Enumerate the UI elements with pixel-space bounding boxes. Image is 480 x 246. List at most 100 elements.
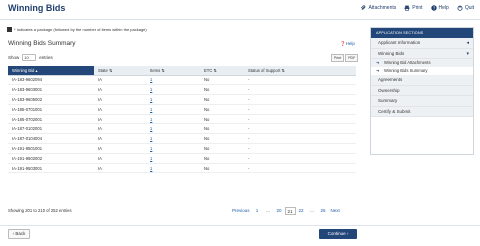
arrow-right-icon: ➜ <box>376 68 380 73</box>
cell-etc: No <box>200 114 244 125</box>
sidebar-subitem-label: Winning Bids Summary <box>384 68 428 73</box>
items-link[interactable]: 1 <box>150 166 152 171</box>
continue-button[interactable]: Continue › <box>319 229 357 239</box>
print-label: Print <box>412 5 423 11</box>
cell-winning-bid: IA-187-0102001 <box>8 123 94 135</box>
cell-winning-bid: IA-183-9603001 <box>8 84 94 96</box>
table-body: IA-183-9602094 IA 1 No - IA-183-9603001 IA 1 No -… <box>8 75 356 174</box>
attachments-link[interactable]: Attachments <box>360 5 396 11</box>
column-header-winning-bid[interactable]: Winning Bid ▴ <box>8 66 94 76</box>
items-link[interactable]: 1 <box>150 117 152 122</box>
entries-select[interactable]: 10 <box>22 54 37 61</box>
items-link[interactable]: 1 <box>150 136 152 141</box>
print-link[interactable]: Print <box>404 5 423 11</box>
top-bar: Winning Bids Attachments Print ? Help Qu… <box>0 0 480 20</box>
pagination-ellipsis: ... <box>310 208 314 213</box>
cell-status: - <box>244 163 356 174</box>
sidebar-item-label: Certify & Submit <box>378 108 411 114</box>
sidebar-subitem-winning-bids-summary[interactable]: ➜ Winning Bids Summary <box>371 67 473 75</box>
cell-etc: No <box>200 84 244 96</box>
cell-etc: No <box>200 163 244 174</box>
cell-items: 1 <box>146 114 200 125</box>
cell-winning-bid: IA-191-9503001 <box>8 163 94 174</box>
sidebar-item-applicant-information[interactable]: Applicant Information ◂ <box>371 38 473 49</box>
entries-length-control: Show 10 entries <box>8 54 53 61</box>
cell-status: - <box>244 104 356 115</box>
table-row: IA-191-9503001 IA 1 No - <box>8 163 356 174</box>
column-header-state[interactable]: State ⇅ <box>94 66 146 76</box>
sidebar-subitem-winning-bid-attachments[interactable]: ➜ Winning Bid Attachments <box>371 59 473 67</box>
sidebar-item-certify-submit[interactable]: Certify & Submit <box>371 106 473 117</box>
cell-items: 1 <box>146 84 200 96</box>
help-label-top: Help <box>438 5 449 11</box>
quit-link[interactable]: Quit <box>457 5 474 11</box>
sidebar-item-label: Ownership <box>378 87 400 93</box>
table-row: IA-187-0104004 IA 1 No - <box>8 133 356 145</box>
footer-divider <box>0 225 480 226</box>
pagination-page[interactable]: 1 <box>252 207 263 215</box>
items-link[interactable]: 1 <box>150 107 152 112</box>
collapse-arrow-icon: ◂ <box>466 40 469 46</box>
cell-status: - <box>244 94 356 105</box>
attachments-label: Attachments <box>368 5 397 11</box>
cell-etc: No <box>200 94 244 105</box>
pagination-page[interactable]: 22 <box>296 207 307 215</box>
table-header-row: Winning Bid ▴ State ⇅ Items ⇅ ETC ⇅ Stat… <box>8 66 356 76</box>
help-icon: ? <box>430 5 437 11</box>
pagination-previous[interactable]: Previous <box>230 207 252 215</box>
winning-bids-table: Winning Bid ▴ State ⇅ Items ⇅ ETC ⇅ Stat… <box>8 66 356 174</box>
pagination-ellipsis: ... <box>266 208 270 213</box>
back-button[interactable]: ‹ Back <box>8 229 30 239</box>
sidebar-item-agreements[interactable]: Agreements <box>371 75 473 86</box>
table-row: IA-187-0102001 IA 1 No - <box>8 123 356 135</box>
cell-state: IA <box>94 104 146 115</box>
help-link[interactable]: ❓Help <box>340 41 355 47</box>
cell-winning-bid: IA-183-9605002 <box>8 94 94 105</box>
items-link[interactable]: 1 <box>150 97 152 102</box>
export-buttons: Print PDF <box>331 54 359 62</box>
pagination-current-page[interactable]: 21 <box>284 207 296 215</box>
column-header-items[interactable]: Items ⇅ <box>146 66 200 76</box>
cell-items: 1 <box>146 104 200 115</box>
column-header-etc[interactable]: ETC ⇅ <box>200 66 244 76</box>
sidebar-subitem-label: Winning Bid Attachments <box>384 60 431 65</box>
cell-winning-bid: IA-191-9501001 <box>8 143 94 154</box>
help-link-label: Help <box>345 41 355 46</box>
items-link[interactable]: 1 <box>150 126 152 131</box>
cell-state: IA <box>94 153 146 164</box>
items-link[interactable]: 1 <box>150 87 152 92</box>
pagination: Previous 1... 20 21 22... 26 Next <box>230 207 342 215</box>
cell-status: - <box>244 143 356 154</box>
items-link[interactable]: 1 <box>150 156 152 161</box>
sidebar-item-summary[interactable]: Summary <box>371 96 473 107</box>
column-header-status[interactable]: Status of Support ⇅ <box>244 66 356 76</box>
cell-winning-bid: IA-185-0701001 <box>8 104 94 115</box>
length-suffix: entries <box>39 55 53 60</box>
sidebar-item-winning-bids[interactable]: Winning Bids ▾ <box>371 48 473 59</box>
top-actions: Attachments Print ? Help Quit <box>360 5 474 11</box>
table-row: IA-185-0701001 IA 1 No - <box>8 104 356 115</box>
section-title: Winning Bids Summary <box>8 40 76 47</box>
table-row: IA-183-9605002 IA 1 No - <box>8 94 356 105</box>
pdf-export-button[interactable]: PDF <box>345 54 359 62</box>
cell-items: 1 <box>146 133 200 145</box>
cell-items: 1 <box>146 75 200 86</box>
page-title: Winning Bids <box>8 3 66 13</box>
cell-status: - <box>244 84 356 96</box>
pagination-page[interactable]: 26 <box>318 207 329 215</box>
length-prefix: Show <box>8 55 20 60</box>
table-row: IA-183-9603001 IA 1 No - <box>8 84 356 96</box>
cell-status: - <box>244 114 356 125</box>
items-link[interactable]: 1 <box>150 146 152 151</box>
help-link-top[interactable]: ? Help <box>430 5 449 11</box>
cell-state: IA <box>94 114 146 125</box>
table-row: IA-191-9501001 IA 1 No - <box>8 143 356 154</box>
cell-state: IA <box>94 133 146 145</box>
cell-status: - <box>244 153 356 164</box>
cell-etc: No <box>200 153 244 164</box>
print-export-button[interactable]: Print <box>331 54 345 62</box>
sidebar-item-ownership[interactable]: Ownership <box>371 85 473 96</box>
pagination-page[interactable]: 20 <box>274 207 285 215</box>
pagination-next[interactable]: Next <box>329 207 342 215</box>
items-link[interactable]: 1 <box>150 77 152 82</box>
